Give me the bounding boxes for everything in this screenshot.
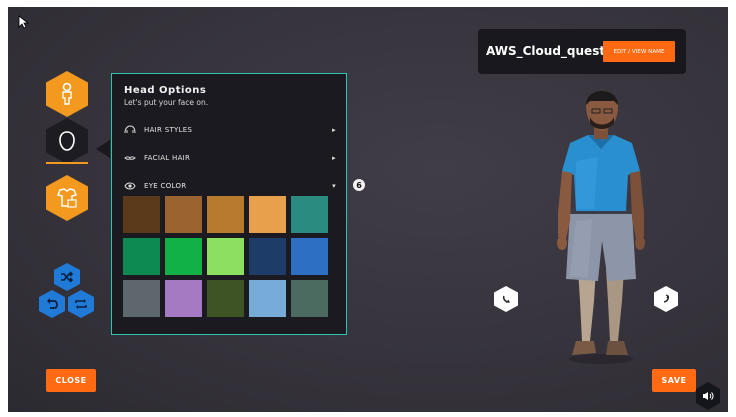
eye-color-swatch[interactable]	[291, 280, 328, 317]
rotate-left-button[interactable]	[494, 286, 518, 312]
name-plate: AWS_Cloud_quest EDIT / VIEW NAME	[478, 29, 686, 74]
randomize-button[interactable]	[54, 263, 80, 291]
eye-color-swatch[interactable]	[165, 238, 202, 275]
avatar-character	[557, 91, 645, 364]
undo-icon	[47, 298, 58, 309]
eye-color-swatch[interactable]	[249, 238, 286, 275]
rotate-left-icon	[502, 295, 510, 303]
avatar-editor-scene: Head Options Let's put your face on. HAI…	[8, 7, 728, 412]
chevron-down-icon: ▾	[332, 182, 336, 190]
facial-hair-row[interactable]: FACIAL HAIR ▸	[124, 151, 336, 165]
avatar-name: AWS_Cloud_quest	[486, 44, 606, 58]
eye-color-swatch[interactable]	[123, 238, 160, 275]
eye-color-swatch-grid	[123, 196, 328, 317]
hair-styles-label: HAIR STYLES	[144, 126, 193, 134]
category-head-button[interactable]	[46, 118, 88, 164]
speaker-icon	[703, 392, 714, 400]
eye-color-swatch[interactable]	[207, 238, 244, 275]
eye-color-swatch[interactable]	[123, 280, 160, 317]
panel-pointer-arrow	[96, 140, 110, 158]
selected-category-indicator	[46, 162, 88, 164]
outfit-icon	[56, 188, 78, 208]
panel-title: Head Options	[124, 85, 207, 96]
mustache-icon	[124, 153, 136, 163]
eye-color-swatch[interactable]	[291, 238, 328, 275]
hair-icon	[124, 125, 136, 135]
eye-color-swatch[interactable]	[249, 196, 286, 233]
eye-color-swatch[interactable]	[249, 280, 286, 317]
eye-color-swatch[interactable]	[165, 280, 202, 317]
head-outline-icon	[59, 131, 75, 151]
undo-button[interactable]	[39, 290, 65, 318]
panel-subtitle: Let's put your face on.	[124, 98, 209, 107]
facial-hair-label: FACIAL HAIR	[144, 154, 191, 162]
eye-color-swatch[interactable]	[123, 196, 160, 233]
eye-color-row[interactable]: EYE COLOR ▾	[124, 179, 336, 193]
eye-icon	[124, 181, 136, 191]
mouse-cursor-icon	[18, 15, 30, 29]
head-options-panel: Head Options Let's put your face on. HAI…	[111, 73, 347, 335]
rotate-right-icon	[663, 294, 670, 303]
edit-view-name-button[interactable]: EDIT / VIEW NAME	[603, 41, 675, 62]
hair-styles-row[interactable]: HAIR STYLES ▸	[124, 123, 336, 137]
chevron-right-icon: ▸	[332, 154, 336, 162]
shuffle-icon	[61, 271, 74, 283]
eye-color-label: EYE COLOR	[144, 182, 187, 190]
step-badge: 6	[353, 179, 365, 191]
sound-toggle-button[interactable]	[696, 382, 720, 410]
eye-color-swatch[interactable]	[207, 280, 244, 317]
category-body-button[interactable]	[46, 71, 88, 117]
repeat-icon	[75, 299, 87, 309]
category-outfit-button[interactable]	[46, 175, 88, 221]
eye-color-swatch[interactable]	[291, 196, 328, 233]
save-button[interactable]: SAVE	[652, 369, 696, 392]
eye-color-swatch[interactable]	[165, 196, 202, 233]
reset-button[interactable]	[68, 290, 94, 318]
eye-color-swatch[interactable]	[207, 196, 244, 233]
person-outline-icon	[62, 82, 72, 105]
chevron-right-icon: ▸	[332, 126, 336, 134]
close-button[interactable]: CLOSE	[46, 369, 96, 392]
